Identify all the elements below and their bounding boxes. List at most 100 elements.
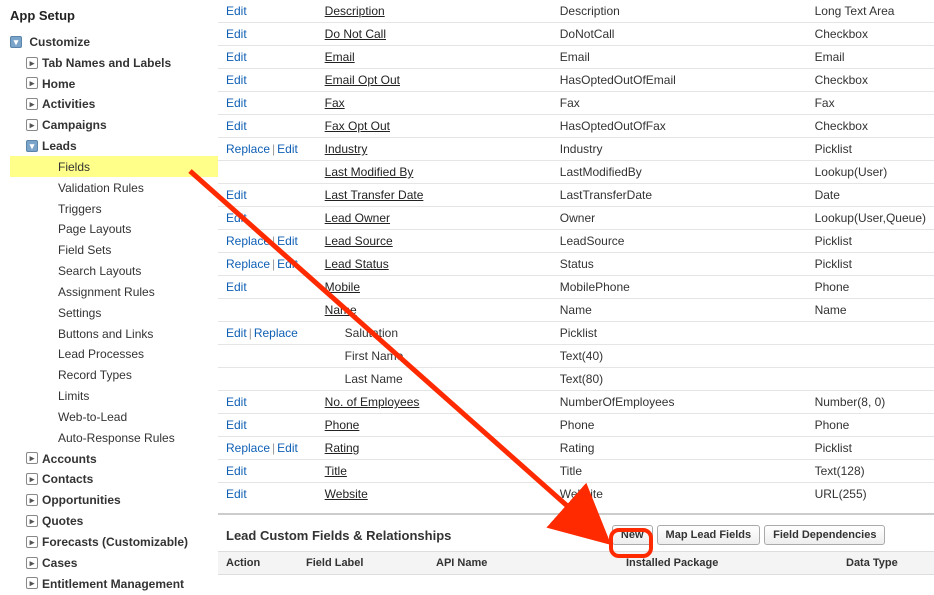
expand-icon[interactable]: ▸ (26, 119, 38, 131)
field-label-link[interactable]: Phone (325, 418, 360, 432)
nav-campaigns[interactable]: ▸Campaigns (10, 114, 218, 135)
field-label-link[interactable]: Industry (325, 142, 368, 156)
edit-link[interactable]: Edit (226, 73, 247, 87)
edit-link[interactable]: Edit (226, 487, 247, 501)
field-label-link[interactable]: Last Modified By (325, 165, 414, 179)
edit-link[interactable]: Edit (226, 418, 247, 432)
row-api-cell: Owner (552, 207, 807, 230)
edit-link[interactable]: Edit (226, 4, 247, 18)
edit-link[interactable]: Edit (226, 119, 247, 133)
edit-link[interactable]: Edit (226, 280, 247, 294)
field-label-link[interactable]: Lead Source (325, 234, 393, 248)
nav-leads-processes[interactable]: Lead Processes (10, 343, 218, 364)
row-api-cell: Text(80) (552, 368, 807, 391)
nav-activities[interactable]: ▸Activities (10, 93, 218, 114)
nav-leads-fields[interactable]: Fields (10, 156, 218, 177)
edit-link[interactable]: Edit (277, 441, 298, 455)
field-label-link[interactable]: Last Transfer Date (325, 188, 424, 202)
field-label-link[interactable]: Rating (325, 441, 360, 455)
nav-leads-settings[interactable]: Settings (10, 302, 218, 323)
field-label-link[interactable]: Do Not Call (325, 27, 386, 41)
field-label-link[interactable]: Email Opt Out (325, 73, 400, 87)
replace-link[interactable]: Replace (226, 234, 270, 248)
replace-link[interactable]: Replace (226, 257, 270, 271)
nav-home[interactable]: ▸Home (10, 73, 218, 94)
field-label-link[interactable]: Website (325, 487, 368, 501)
nav-leads-limits[interactable]: Limits (10, 385, 218, 406)
nav-leads-page-layouts[interactable]: Page Layouts (10, 218, 218, 239)
table-row: EditWebsiteWebsiteURL(255) (218, 483, 934, 506)
expand-icon[interactable]: ▸ (26, 536, 38, 548)
nav-customize[interactable]: ▾ Customize (10, 31, 218, 52)
new-button[interactable]: New (612, 525, 653, 545)
collapse-icon[interactable]: ▾ (26, 140, 38, 152)
expand-icon[interactable]: ▸ (26, 494, 38, 506)
nav-entitlement[interactable]: ▸Entitlement Management (10, 573, 218, 594)
nav-tab-names[interactable]: ▸Tab Names and Labels (10, 52, 218, 73)
nav-leads-auto-response[interactable]: Auto-Response Rules (10, 427, 218, 448)
nav-forecasts[interactable]: ▸Forecasts (Customizable) (10, 531, 218, 552)
field-label-link[interactable]: Email (325, 50, 355, 64)
field-label-link[interactable]: Lead Owner (325, 211, 390, 225)
field-label-link[interactable]: Fax (325, 96, 345, 110)
nav-contacts[interactable]: ▸Contacts (10, 468, 218, 489)
expand-icon[interactable]: ▸ (26, 557, 38, 569)
nav-leads-web-to-lead[interactable]: Web-to-Lead (10, 406, 218, 427)
row-api-cell: Name (552, 299, 807, 322)
field-label-link[interactable]: Description (325, 4, 385, 18)
edit-link[interactable]: Edit (226, 464, 247, 478)
edit-link[interactable]: Edit (277, 142, 298, 156)
row-api-cell: NumberOfEmployees (552, 391, 807, 414)
field-label-link[interactable]: Title (325, 464, 347, 478)
field-label-link[interactable]: No. of Employees (325, 395, 420, 409)
field-label-link[interactable]: Mobile (325, 280, 360, 294)
edit-link[interactable]: Edit (226, 50, 247, 64)
sidebar: App Setup ▾ Customize ▸Tab Names and Lab… (0, 0, 218, 593)
nav-leads-validation[interactable]: Validation Rules (10, 177, 218, 198)
edit-link[interactable]: Edit (277, 257, 298, 271)
expand-icon[interactable]: ▸ (26, 473, 38, 485)
edit-link[interactable]: Edit (226, 188, 247, 202)
row-api-cell: Industry (552, 138, 807, 161)
row-action-cell: Replace|Edit (218, 253, 317, 276)
expand-icon[interactable]: ▸ (26, 452, 38, 464)
expand-icon[interactable]: ▸ (26, 77, 38, 89)
nav-leads-record-types[interactable]: Record Types (10, 364, 218, 385)
field-label-link[interactable]: Lead Status (325, 257, 389, 271)
edit-link[interactable]: Edit (226, 326, 247, 340)
nav-opportunities[interactable]: ▸Opportunities (10, 489, 218, 510)
nav-leads-buttons-links[interactable]: Buttons and Links (10, 323, 218, 344)
nav-accounts[interactable]: ▸Accounts (10, 448, 218, 469)
edit-link[interactable]: Edit (226, 96, 247, 110)
expand-icon[interactable]: ▸ (26, 577, 38, 589)
edit-link[interactable]: Edit (226, 395, 247, 409)
edit-link[interactable]: Edit (226, 211, 247, 225)
row-label-cell: Title (317, 460, 552, 483)
expand-icon[interactable]: ▸ (26, 98, 38, 110)
nav-leads-triggers[interactable]: Triggers (10, 198, 218, 219)
field-label-link[interactable]: Name (325, 303, 357, 317)
nav-quotes[interactable]: ▸Quotes (10, 510, 218, 531)
field-dependencies-button[interactable]: Field Dependencies (764, 525, 885, 545)
field-label-link[interactable]: Fax Opt Out (325, 119, 390, 133)
nav-leads-assignment-rules[interactable]: Assignment Rules (10, 281, 218, 302)
nav-leads-field-sets[interactable]: Field Sets (10, 239, 218, 260)
collapse-icon[interactable]: ▾ (10, 36, 22, 48)
replace-link[interactable]: Replace (226, 441, 270, 455)
nav-leads[interactable]: ▾Leads (10, 135, 218, 156)
row-action-cell: Edit (218, 0, 317, 23)
map-lead-fields-button[interactable]: Map Lead Fields (657, 525, 761, 545)
row-type-cell (807, 345, 934, 368)
nav-leads-search-layouts[interactable]: Search Layouts (10, 260, 218, 281)
expand-icon[interactable]: ▸ (26, 515, 38, 527)
expand-icon[interactable]: ▸ (26, 57, 38, 69)
edit-link[interactable]: Edit (226, 27, 247, 41)
row-type-cell: Date (807, 184, 934, 207)
edit-link[interactable]: Edit (277, 234, 298, 248)
replace-link[interactable]: Replace (254, 326, 298, 340)
table-row: EditTitleTitleText(128) (218, 460, 934, 483)
nav-cases[interactable]: ▸Cases (10, 552, 218, 573)
row-type-cell: Number(8, 0) (807, 391, 934, 414)
replace-link[interactable]: Replace (226, 142, 270, 156)
row-label-cell: Last Modified By (317, 161, 552, 184)
